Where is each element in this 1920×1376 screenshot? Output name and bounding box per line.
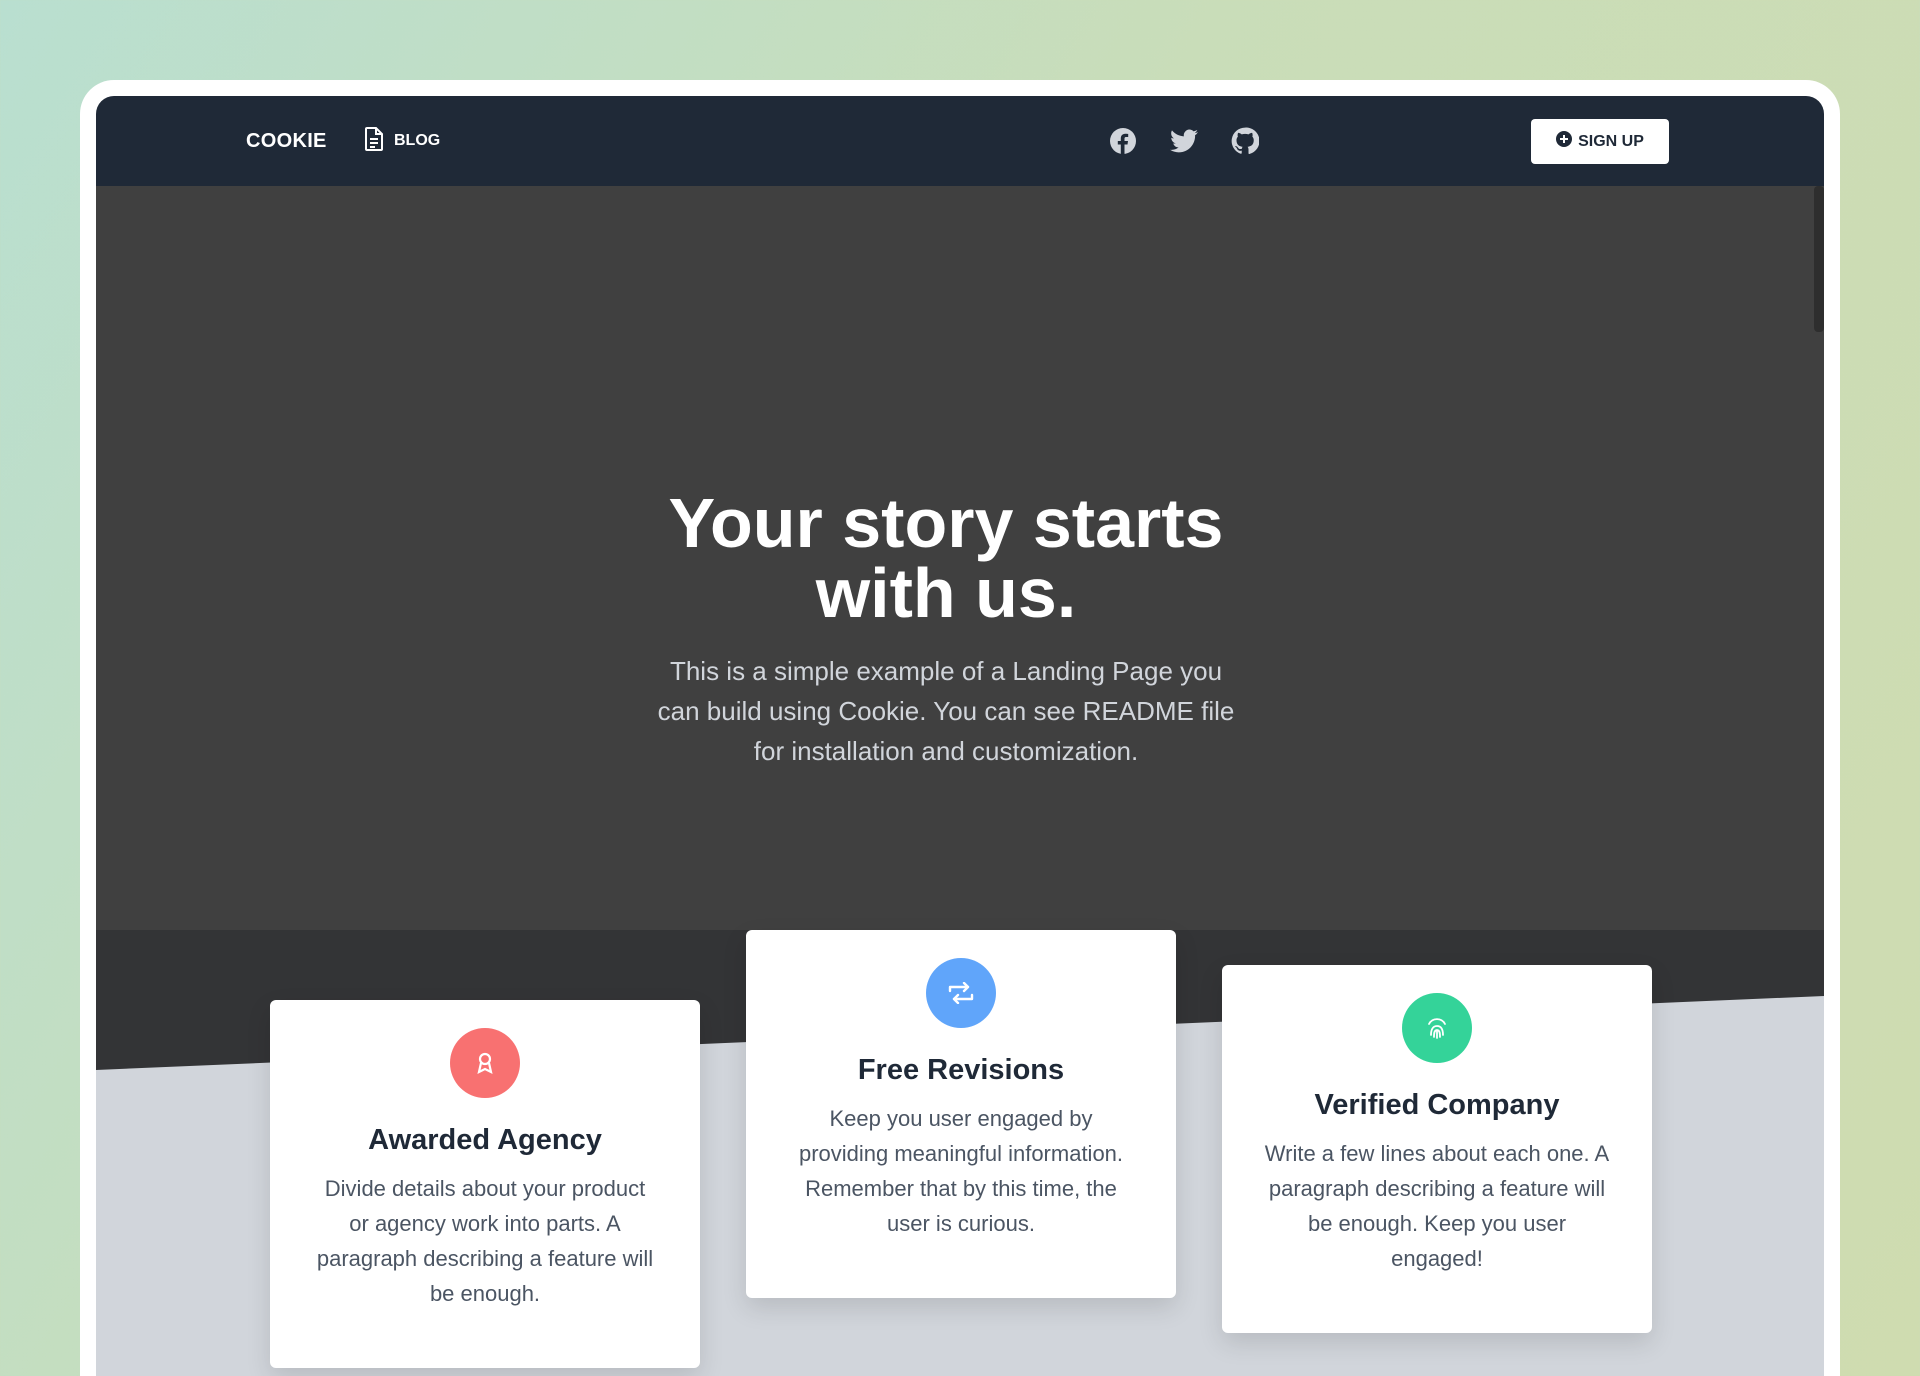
plus-circle-icon [1556, 131, 1573, 152]
hero-title: Your story starts with us. [668, 484, 1224, 632]
retweet-icon [926, 958, 996, 1028]
facebook-icon[interactable] [1108, 126, 1138, 156]
fingerprint-icon [1402, 993, 1472, 1063]
document-icon [364, 126, 384, 157]
nav-blog-link[interactable]: BLOG [364, 96, 440, 186]
feature-description: Keep you user engaged by providing meani… [798, 1106, 1124, 1236]
feature-card-free-revisions: Free Revisions Keep you user engaged by … [746, 930, 1176, 1298]
award-icon [450, 1028, 520, 1098]
signup-label: SIGN UP [1578, 132, 1644, 150]
page-window: COOKIE BLOG SIGN UP Your story starts wi… [96, 96, 1824, 1376]
navbar: COOKIE BLOG SIGN UP [96, 96, 1824, 186]
hero-description: This is a simple example of a Landing Pa… [657, 656, 1235, 766]
feature-description: Write a few lines about each one. A para… [1264, 1141, 1610, 1271]
feature-title: Awarded Agency [368, 1124, 602, 1156]
twitter-icon[interactable] [1169, 126, 1199, 156]
brand-logo[interactable]: COOKIE [246, 96, 327, 186]
feature-title: Verified Company [1314, 1089, 1560, 1121]
feature-card-verified-company: Verified Company Write a few lines about… [1222, 965, 1652, 1333]
nav-blog-label: BLOG [394, 132, 441, 149]
github-icon[interactable] [1230, 126, 1260, 156]
feature-description: Divide details about your product or age… [316, 1176, 654, 1306]
feature-card-awarded-agency: Awarded Agency Divide details about your… [270, 1000, 700, 1368]
signup-button[interactable]: SIGN UP [1531, 119, 1669, 164]
scrollbar-thumb[interactable] [1814, 186, 1824, 332]
feature-title: Free Revisions [857, 1054, 1065, 1086]
